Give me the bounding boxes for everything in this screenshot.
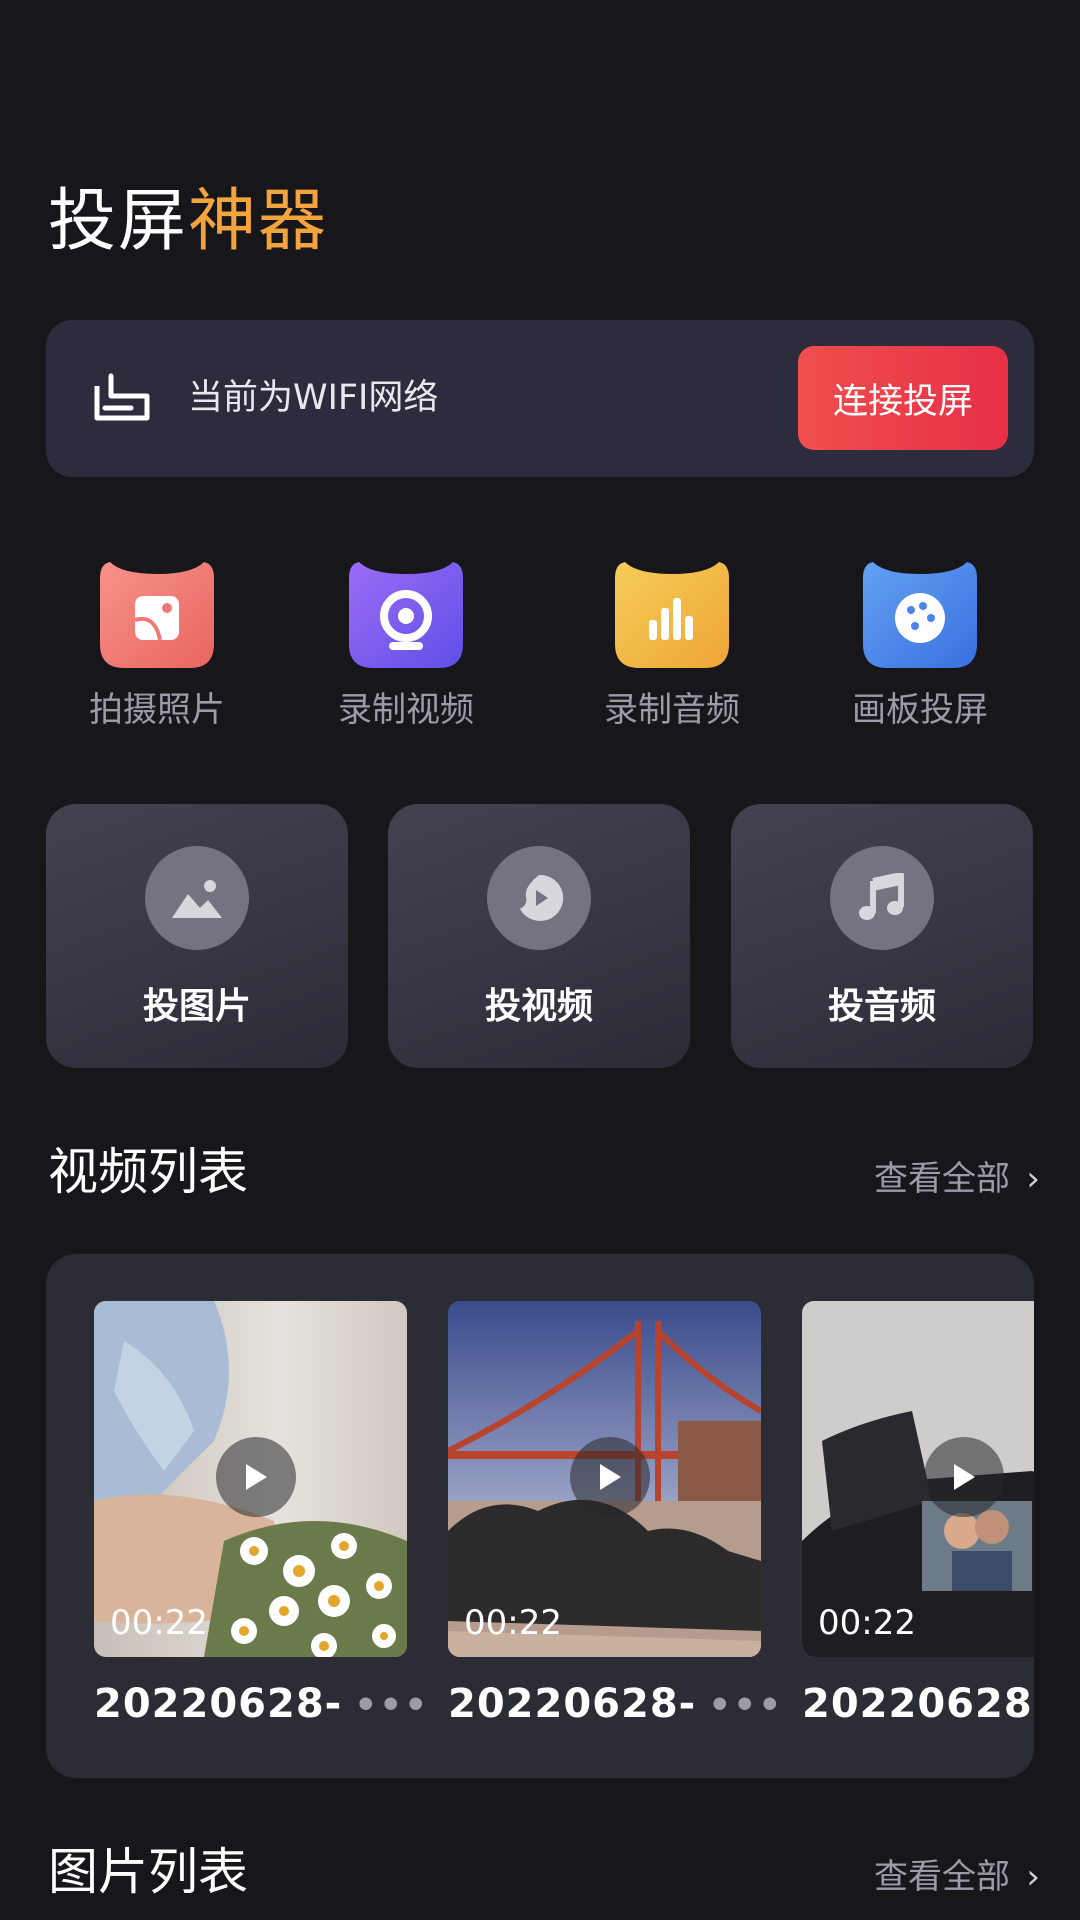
quick-actions: 拍摄照片 录制视频 录制音频 画板投屏 xyxy=(0,560,1080,740)
router-icon xyxy=(94,373,150,421)
quick-action-label: 拍摄照片 xyxy=(89,690,225,730)
quick-action-canvas-cast[interactable]: 画板投屏 xyxy=(820,560,1020,732)
cast-audio-card[interactable]: 投音频 xyxy=(731,804,1033,1068)
connect-cast-button[interactable]: 连接投屏 xyxy=(798,346,1008,450)
home-screen: 投屏神器 当前为WIFI网络 连接投屏 拍摄照片 录制视频 录制音频 画板投屏 … xyxy=(0,0,1080,1920)
see-all-label: 查看全部 xyxy=(874,1159,1010,1199)
quick-action-label: 画板投屏 xyxy=(852,690,988,730)
play-icon[interactable] xyxy=(924,1437,1004,1517)
video-thumbnail[interactable]: 00:22 xyxy=(802,1301,1034,1657)
quick-action-record-video[interactable]: 录制视频 xyxy=(306,560,506,732)
video-name: 20220628- ••• xyxy=(94,1679,427,1731)
network-card: 当前为WIFI网络 连接投屏 xyxy=(46,320,1034,477)
cast-video-card[interactable]: 投视频 xyxy=(388,804,690,1068)
app-title: 投屏神器 xyxy=(48,180,328,264)
app-title-part2: 神器 xyxy=(188,182,329,261)
cast-card-label: 投图片 xyxy=(142,986,251,1027)
video-name-text: 20220628 xyxy=(802,1681,1033,1727)
quick-action-label: 录制音频 xyxy=(604,690,740,730)
cast-card-label: 投视频 xyxy=(484,986,593,1027)
video-name-text: 20220628- xyxy=(448,1681,697,1727)
chevron-right-icon: › xyxy=(1026,1159,1040,1199)
image-list-title: 图片列表 xyxy=(48,1843,248,1901)
app-title-part1: 投屏 xyxy=(48,182,189,261)
quick-action-label: 录制视频 xyxy=(338,690,474,730)
quick-action-record-audio[interactable]: 录制音频 xyxy=(572,560,772,732)
video-disc-icon xyxy=(487,846,591,950)
video-name: 20220628- ••• xyxy=(448,1679,781,1731)
webcam-icon xyxy=(349,560,463,668)
video-duration: 00:22 xyxy=(110,1603,208,1643)
video-list-panel: 00:22 20220628- ••• 00:22 20220628- ••• … xyxy=(46,1254,1034,1778)
more-icon[interactable]: ••• xyxy=(354,1685,429,1726)
video-name: 20220628 xyxy=(802,1679,1034,1729)
more-icon[interactable]: ••• xyxy=(708,1685,783,1726)
image-icon xyxy=(145,846,249,950)
quick-action-take-photo[interactable]: 拍摄照片 xyxy=(57,560,257,732)
video-name-text: 20220628- xyxy=(94,1681,343,1727)
cast-card-label: 投音频 xyxy=(827,986,936,1027)
chevron-right-icon: › xyxy=(1026,1857,1040,1897)
video-item[interactable]: 00:22 20220628- ••• xyxy=(94,1301,427,1731)
video-item[interactable]: 00:22 20220628 xyxy=(802,1301,1034,1729)
video-thumbnail[interactable]: 00:22 xyxy=(94,1301,407,1657)
music-note-icon xyxy=(830,846,934,950)
cast-image-card[interactable]: 投图片 xyxy=(46,804,348,1068)
video-item[interactable]: 00:22 20220628- ••• xyxy=(448,1301,781,1731)
audio-bars-icon xyxy=(615,560,729,668)
network-status-text: 当前为WIFI网络 xyxy=(188,378,439,418)
palette-icon xyxy=(863,560,977,668)
image-see-all-link[interactable]: 查看全部 › xyxy=(874,1852,1040,1902)
video-list-title: 视频列表 xyxy=(48,1143,248,1201)
video-duration: 00:22 xyxy=(464,1603,562,1643)
video-thumbnail[interactable]: 00:22 xyxy=(448,1301,761,1657)
photo-icon xyxy=(100,560,214,668)
play-icon[interactable] xyxy=(216,1437,296,1517)
video-duration: 00:22 xyxy=(818,1603,916,1643)
see-all-label: 查看全部 xyxy=(874,1857,1010,1897)
play-icon[interactable] xyxy=(570,1437,650,1517)
video-see-all-link[interactable]: 查看全部 › xyxy=(874,1154,1040,1204)
